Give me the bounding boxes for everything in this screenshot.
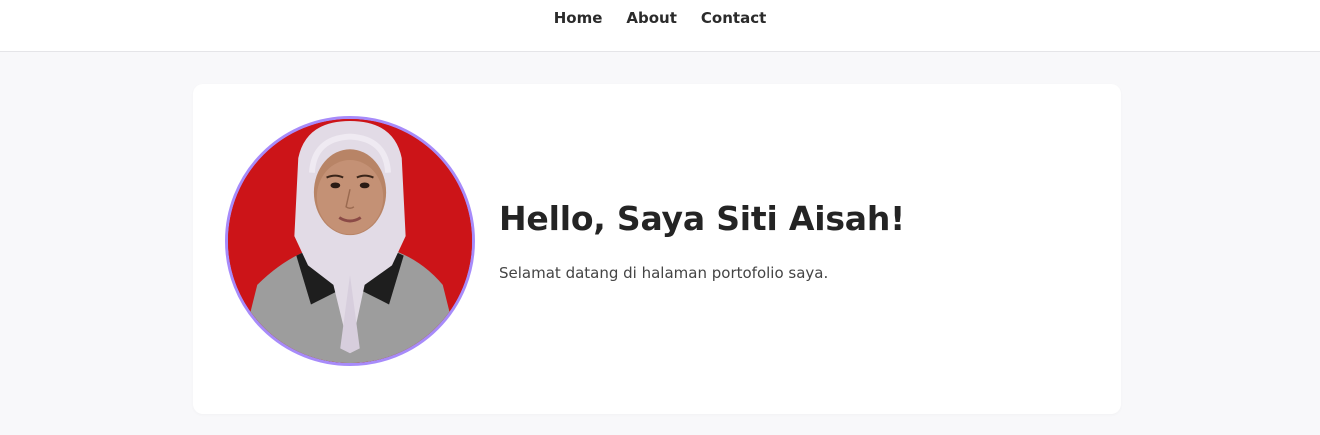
profile-avatar xyxy=(225,116,475,366)
profile-photo-icon xyxy=(228,119,472,363)
hero-card: Hello, Saya Siti Aisah! Selamat datang d… xyxy=(193,84,1121,414)
hero-intro: Hello, Saya Siti Aisah! Selamat datang d… xyxy=(499,199,1059,283)
hero-subtext: Selamat datang di halaman portofolio say… xyxy=(499,264,829,282)
top-navigation: Home About Contact xyxy=(0,0,1320,52)
hero-heading: Hello, Saya Siti Aisah! xyxy=(499,199,905,238)
nav-link-contact[interactable]: Contact xyxy=(701,9,766,27)
nav-link-home[interactable]: Home xyxy=(554,9,603,27)
nav-link-about[interactable]: About xyxy=(626,9,677,27)
